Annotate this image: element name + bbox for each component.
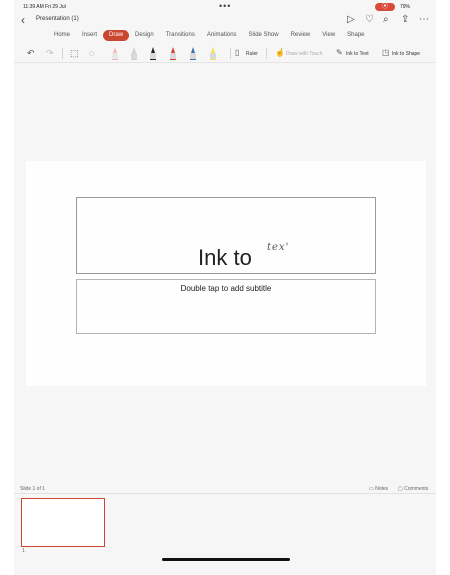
pen-base [112,59,118,60]
play-icon[interactable]: ▷ [347,14,355,26]
document-title[interactable]: Presentation (1) [36,16,79,22]
redo-icon[interactable]: ↷ [46,47,54,59]
more-icon[interactable]: ⋯ [419,14,429,26]
ink-strokes[interactable]: tex' [267,242,289,253]
app-window: 11:39 AM Fri 29 Jul ••• ⦿ 79% ‹ Presenta… [14,0,436,575]
toolbar-divider [230,48,231,59]
tab-view[interactable]: View [316,30,341,41]
status-bar: 11:39 AM Fri 29 Jul ••• ⦿ 79% [14,0,436,12]
pen-base [170,59,176,60]
title-bar: ‹ Presentation (1) ▷ ♡ ⌕ ⇪ ⋯ [14,12,436,29]
title-placeholder[interactable]: Ink to tex' [76,197,376,274]
pen-base [210,59,216,60]
status-time: 11:39 AM Fri 29 Jul [23,4,66,10]
slide-count: Slide 1 of 1 [20,486,46,492]
slide-canvas[interactable]: Ink to tex' Double tap to add subtitle [26,161,426,386]
toolbar-divider [266,48,267,59]
undo-icon[interactable]: ↶ [27,47,35,59]
tab-home[interactable]: Home [48,30,76,41]
eraser-tool[interactable] [112,47,118,61]
tab-review[interactable]: Review [285,30,317,41]
toolbar-divider [62,48,63,59]
battery-status: 79% [400,4,411,10]
ruler-button[interactable]: Ruler [246,51,258,57]
thumbnail-number: 1 [22,548,25,554]
ink-to-text-icon: ✎ [336,48,343,57]
ribbon-tabs: Home Insert Draw Design Transitions Anim… [48,30,371,41]
chevron-left-icon[interactable]: ‹ [21,14,25,26]
tab-insert[interactable]: Insert [76,30,103,41]
title-text[interactable]: Ink to [198,245,252,271]
pen-base [131,59,137,60]
ruler-icon[interactable]: ▯ [235,47,239,59]
tab-animations[interactable]: Animations [201,30,243,41]
lasso-icon[interactable]: ◌ [89,47,94,59]
home-indicator[interactable] [162,558,290,561]
tab-shape[interactable]: Shape [341,30,370,41]
pen-black-tool[interactable] [150,47,156,61]
ink-to-shape-button[interactable]: Ink to Shape [392,51,420,57]
notes-label: Notes [375,486,389,492]
draw-with-touch-button[interactable]: Draw with Touch [286,51,323,57]
subtitle-hint: Double tap to add subtitle [180,284,272,293]
pencil-tool[interactable] [131,47,137,61]
pen-base [150,59,156,60]
tab-draw[interactable]: Draw [103,30,130,41]
select-icon[interactable]: ⬚ [70,47,79,59]
tab-design[interactable]: Design [129,30,160,41]
ink-to-shape-icon: ◳ [382,48,390,57]
record-icon: ⦿ [375,3,395,11]
highlighter-tool[interactable] [210,47,216,61]
touch-icon: ☝ [275,48,285,57]
pen-red-tool[interactable] [170,47,176,61]
slide-thumbnail[interactable] [21,498,105,547]
multitask-dots[interactable]: ••• [219,1,231,11]
tab-slide-show[interactable]: Slide Show [243,30,285,41]
thumbnail-pane: 1 [14,493,436,575]
pen-blue-tool[interactable] [190,47,196,61]
ink-to-text-button[interactable]: Ink to Text [346,51,369,57]
search-icon[interactable]: ⌕ [383,14,389,26]
tab-transitions[interactable]: Transitions [160,30,201,41]
pen-base [190,59,196,60]
subtitle-placeholder[interactable]: Double tap to add subtitle [76,279,376,334]
notes-button[interactable]: ▭ Notes [369,486,388,492]
share-icon[interactable]: ⇪ [401,14,409,26]
comments-button[interactable]: ▢ Comments [398,486,428,492]
comments-label: Comments [404,486,429,492]
lightbulb-icon[interactable]: ♡ [365,14,374,26]
draw-toolbar: ↶ ↷ ⬚ ◌ ▯ Ruler ☝ Draw with Touch ✎ Ink … [14,44,436,63]
